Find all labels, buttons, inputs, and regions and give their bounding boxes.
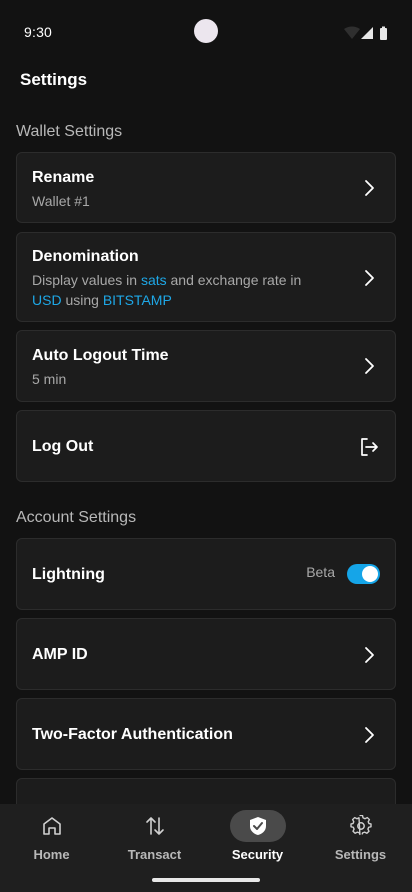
status-time: 9:30 <box>24 24 53 40</box>
exchange-value: BITSTAMP <box>102 292 172 308</box>
status-icons <box>344 26 387 40</box>
logout-row[interactable]: Log Out <box>16 410 396 482</box>
chevron-right-icon <box>365 358 374 374</box>
currency-value: USD <box>32 292 62 308</box>
logout-icon <box>361 438 378 456</box>
nav-security-label: Security <box>231 847 284 862</box>
unit-value: sats <box>140 272 167 288</box>
transfer-arrows-icon <box>145 817 164 835</box>
amp-id-title: AMP ID <box>32 646 88 663</box>
auto-logout-row[interactable]: Auto Logout Time 5 min <box>16 330 396 402</box>
two-factor-row[interactable]: Two-Factor Authentication <box>16 698 396 770</box>
nav-settings-label: Settings <box>334 847 387 862</box>
nav-icon-wrap <box>127 810 183 842</box>
denomination-text: using <box>61 292 103 308</box>
wallet-settings-heading: Wallet Settings <box>16 123 123 140</box>
lightning-row[interactable]: Lightning Beta <box>16 538 396 610</box>
settings-screen: 9:30 Settings Wallet Settings Rename Wal… <box>0 0 412 892</box>
wallet-name: Wallet #1 <box>32 193 90 209</box>
shield-check-icon <box>249 817 266 835</box>
nav-home-label: Home <box>33 847 70 862</box>
signal-icon <box>361 27 373 39</box>
account-settings-heading: Account Settings <box>16 509 137 526</box>
two-factor-title: Two-Factor Authentication <box>32 726 233 743</box>
nav-icon-wrap <box>229 810 286 842</box>
rename-title: Rename <box>32 169 95 186</box>
page-title: Settings <box>20 70 88 89</box>
lightning-title: Lightning <box>32 566 105 583</box>
nav-transact-label: Transact <box>127 847 182 862</box>
battery-icon <box>380 28 387 40</box>
toggle-knob <box>362 566 378 582</box>
chevron-right-icon <box>365 647 374 663</box>
denomination-text: Display values in <box>32 272 141 288</box>
chevron-right-icon <box>365 270 374 286</box>
home-icon <box>42 817 61 835</box>
nav-settings[interactable]: Settings <box>309 804 412 874</box>
denomination-row[interactable]: Denomination Display values in sats and … <box>16 232 396 322</box>
chevron-right-icon <box>365 180 374 196</box>
nav-security[interactable]: Security <box>206 804 309 874</box>
chevron-right-icon <box>365 727 374 743</box>
auto-logout-value: 5 min <box>32 371 67 387</box>
bottom-nav: Home Transact Security Settings <box>0 804 412 892</box>
camera-cutout <box>194 19 218 43</box>
home-indicator <box>152 878 260 882</box>
logout-title: Log Out <box>32 438 94 455</box>
denomination-description: Display values in sats and exchange rate… <box>32 270 342 310</box>
nav-home[interactable]: Home <box>0 804 103 874</box>
rename-row[interactable]: Rename Wallet #1 <box>16 152 396 223</box>
status-bar: 9:30 <box>0 0 412 64</box>
beta-badge: Beta <box>306 564 335 580</box>
nav-icon-wrap <box>24 810 80 842</box>
nav-icon-wrap <box>333 810 389 842</box>
gear-icon <box>349 815 372 836</box>
nav-transact[interactable]: Transact <box>103 804 206 874</box>
denomination-text: and exchange rate in <box>166 272 302 288</box>
auto-logout-title: Auto Logout Time <box>32 347 169 364</box>
amp-id-row[interactable]: AMP ID <box>16 618 396 690</box>
denomination-title: Denomination <box>32 248 139 265</box>
wifi-icon <box>344 26 360 39</box>
lightning-toggle[interactable] <box>347 564 380 584</box>
